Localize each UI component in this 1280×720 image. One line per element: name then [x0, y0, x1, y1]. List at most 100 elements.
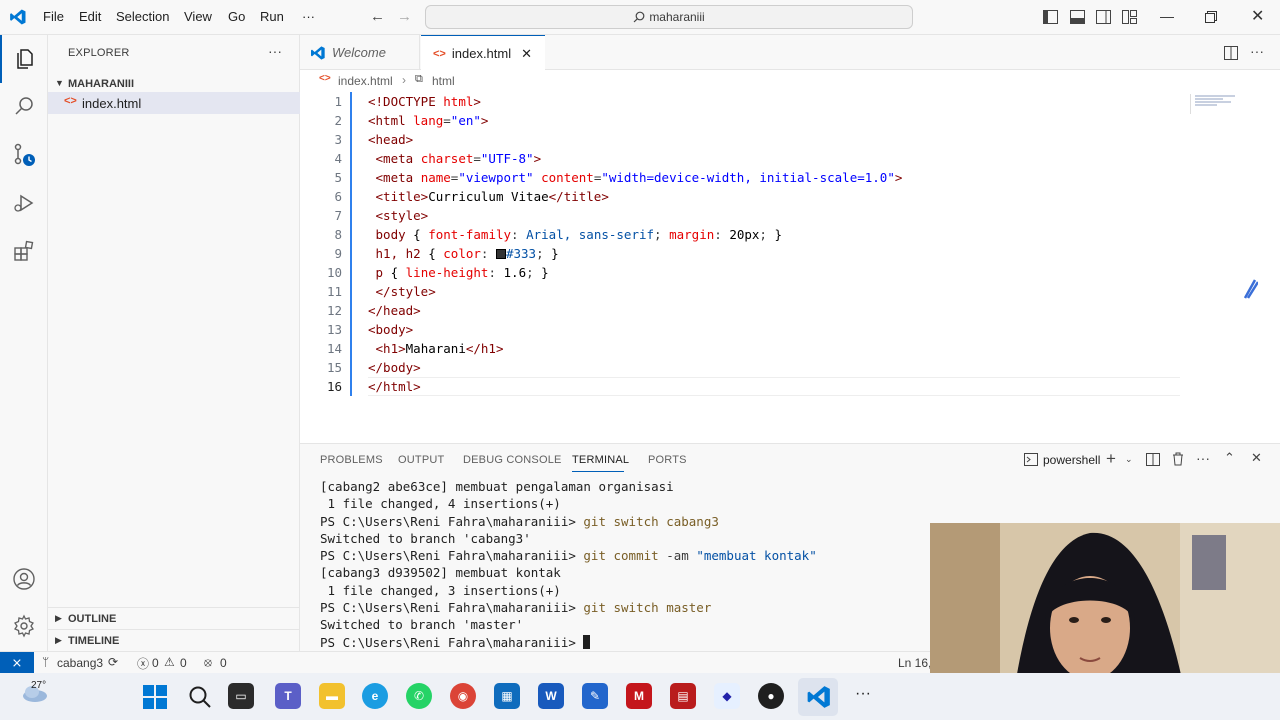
overflow-more-icon[interactable]: ···	[855, 685, 871, 703]
terminal-line: [cabang2 abe63ce] membuat pengalaman org…	[320, 479, 674, 494]
explorer-activity[interactable]	[0, 35, 48, 83]
file-explorer-icon[interactable]: ▬	[319, 683, 345, 709]
edge-icon[interactable]: e	[362, 683, 388, 709]
maximize-panel-icon[interactable]: ⌃	[1224, 450, 1235, 466]
menu-go[interactable]: Go	[228, 9, 245, 24]
code-line: <meta charset="UTF-8">	[375, 151, 542, 166]
temperature: 27°	[31, 680, 47, 691]
app-gem-icon[interactable]: ◆	[714, 683, 740, 709]
code-line: <head>	[368, 132, 414, 147]
customize-layout-icon[interactable]	[1122, 10, 1137, 24]
spss-icon[interactable]: ▤	[670, 683, 696, 709]
more-actions-icon[interactable]: ···	[1250, 43, 1264, 59]
panel-tab-ports[interactable]: PORTS	[648, 454, 687, 466]
store-icon[interactable]: ▦	[494, 683, 520, 709]
warning-icon: ⚠	[164, 655, 175, 669]
menu-run[interactable]: Run	[260, 9, 284, 24]
task-view-icon[interactable]: ▭	[228, 683, 254, 709]
error-count[interactable]: 0	[152, 656, 159, 670]
breadcrumb-symbol[interactable]: html	[432, 74, 455, 88]
panel-tab-output[interactable]: OUTPUT	[398, 454, 444, 466]
extensions-activity[interactable]	[0, 227, 48, 275]
close-panel-icon[interactable]: ✕	[1251, 450, 1262, 466]
timeline-section[interactable]: ▶ TIMELINE	[48, 629, 300, 651]
split-terminal-icon[interactable]	[1146, 453, 1160, 466]
more-actions-icon[interactable]: ···	[268, 43, 282, 59]
menu-more[interactable]: ···	[302, 9, 315, 24]
split-editor-icon[interactable]	[1224, 46, 1238, 60]
tab-label: index.html	[451, 46, 512, 61]
terminal-line: PS C:\Users\Reni Fahra\maharaniii> git s…	[320, 513, 719, 529]
close-window-icon[interactable]: ✕	[1251, 6, 1264, 26]
windows-start-icon[interactable]	[143, 685, 167, 709]
toggle-panel-icon[interactable]	[1070, 10, 1085, 24]
source-control-activity[interactable]	[0, 131, 48, 179]
menu-edit[interactable]: Edit	[79, 9, 101, 24]
color-swatch[interactable]	[495, 249, 506, 259]
source-control-icon	[14, 143, 35, 166]
explorer-sidebar: EXPLORER ··· ▼ MAHARANIII <> index.html …	[48, 35, 300, 651]
run-debug-activity[interactable]	[0, 179, 48, 227]
teams-icon[interactable]: T	[275, 683, 301, 709]
manage-activity[interactable]	[0, 602, 48, 650]
vscode-logo-icon	[10, 9, 26, 25]
code-line: <!DOCTYPE html>	[368, 94, 481, 109]
warning-count[interactable]: 0	[180, 656, 187, 670]
vscode-taskbar-icon[interactable]	[806, 684, 832, 710]
code-line: </style>	[375, 284, 436, 299]
cursor-position[interactable]: Ln 16,	[898, 656, 931, 670]
chevron-down-icon[interactable]: ⌄	[1125, 454, 1133, 465]
remote-indicator-icon[interactable]: ⨯	[0, 652, 34, 674]
terminal-output[interactable]: [cabang2 abe63ce] membuat pengalaman org…	[320, 478, 817, 651]
code-editor[interactable]: 1 <!DOCTYPE html> 2 <html lang="en"> 3 <hea…	[300, 92, 1280, 440]
editor-tab-bar: Welcome <> index.html ✕ ···	[300, 35, 1280, 71]
search-text: maharaniii	[649, 10, 705, 24]
panel-tab-terminal[interactable]: TERMINAL	[572, 454, 629, 466]
branch-name[interactable]: cabang3	[57, 656, 103, 670]
panel-tab-problems[interactable]: PROBLEMS	[320, 454, 383, 466]
gear-icon	[14, 614, 34, 638]
sync-icon[interactable]: ⟳	[108, 655, 118, 669]
trash-icon[interactable]	[1172, 452, 1184, 466]
ports-count[interactable]: 0	[220, 656, 227, 670]
chevron-right-icon: ▶	[55, 635, 62, 645]
more-actions-icon[interactable]: ···	[1196, 450, 1210, 466]
panel-tab-debug-console[interactable]: DEBUG CONSOLE	[463, 454, 562, 466]
search-icon[interactable]	[188, 685, 212, 709]
chrome-icon[interactable]: ◉	[450, 683, 476, 709]
code-line: <body>	[368, 322, 414, 337]
notes-icon[interactable]: ✎	[582, 683, 608, 709]
terminal-cursor	[583, 634, 591, 649]
activity-bar	[0, 35, 48, 651]
search-activity[interactable]	[0, 83, 48, 131]
menu-file[interactable]: File	[43, 9, 64, 24]
close-tab-icon[interactable]: ✕	[521, 46, 532, 62]
tab-welcome[interactable]: Welcome	[300, 35, 420, 70]
accounts-activity[interactable]	[0, 555, 48, 603]
tab-index-html[interactable]: <> index.html ✕	[421, 35, 545, 71]
toggle-secondary-sidebar-icon[interactable]	[1096, 10, 1111, 24]
obs-icon[interactable]: ●	[758, 683, 784, 709]
file-index-html[interactable]: <> index.html	[48, 92, 300, 114]
restore-icon[interactable]	[1205, 11, 1217, 23]
whatsapp-icon[interactable]: ✆	[406, 683, 432, 709]
outline-section[interactable]: ▶ OUTLINE	[48, 607, 300, 629]
vscode-logo-icon	[311, 45, 325, 60]
new-terminal-icon[interactable]: +	[1106, 449, 1116, 469]
sidebar-title: EXPLORER	[68, 47, 130, 59]
menu-selection[interactable]: Selection	[116, 9, 169, 24]
mcafee-icon[interactable]: M	[626, 683, 652, 709]
code-line: <html lang="en">	[368, 113, 489, 128]
back-arrow-icon[interactable]: ←	[370, 8, 385, 25]
menu-view[interactable]: View	[184, 9, 212, 24]
line-number: 14	[326, 341, 342, 356]
copilot-icon[interactable]	[1242, 278, 1258, 300]
toggle-primary-sidebar-icon[interactable]	[1043, 10, 1058, 24]
forward-arrow-icon[interactable]: →	[397, 8, 412, 25]
breadcrumb-file[interactable]: index.html	[338, 74, 393, 88]
word-icon[interactable]: W	[538, 683, 564, 709]
shell-label[interactable]: powershell	[1043, 453, 1100, 467]
command-center-search[interactable]: maharaniii	[425, 5, 913, 29]
minimap[interactable]	[1190, 94, 1240, 114]
minimize-icon[interactable]: —	[1160, 8, 1174, 24]
